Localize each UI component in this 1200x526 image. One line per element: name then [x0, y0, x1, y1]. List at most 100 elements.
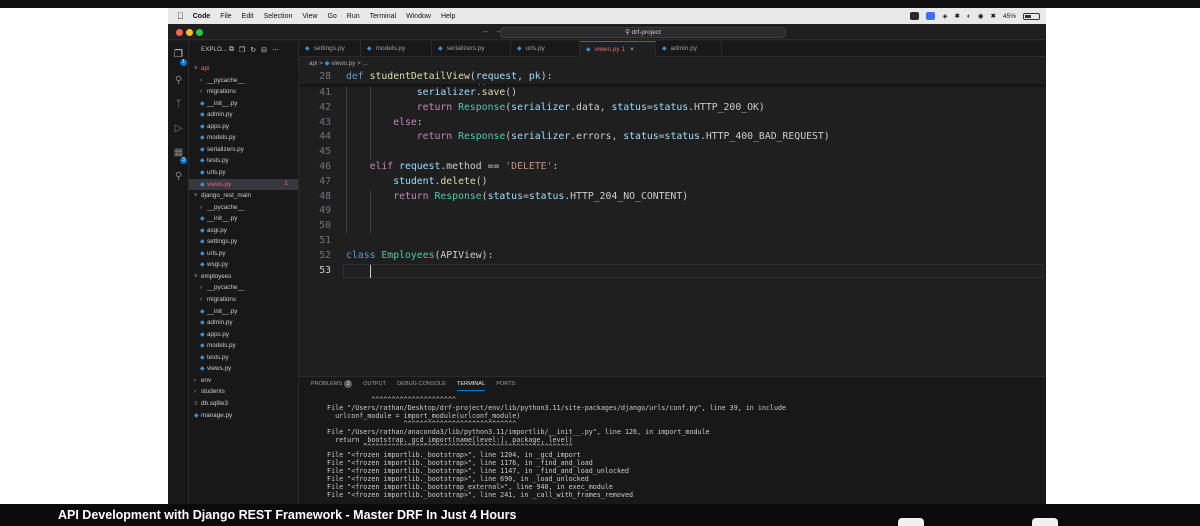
minimize-window-button[interactable]: [186, 29, 193, 36]
refresh-icon[interactable]: ↻: [250, 46, 256, 54]
tree-item[interactable]: › students: [189, 386, 298, 397]
collapse-all-icon[interactable]: ⊟: [261, 46, 267, 54]
tree-item[interactable]: ◆ admin.py: [189, 109, 298, 120]
sticky-scroll-header[interactable]: 28 def studentDetailView(request, pk):: [299, 70, 1046, 84]
tab-urls[interactable]: ◆ urls.py: [511, 41, 580, 57]
python-file-icon: ◆: [586, 47, 591, 53]
focus-icon[interactable]: ◉: [978, 12, 984, 20]
tree-item[interactable]: ◆ settings.py: [189, 236, 298, 247]
tree-item[interactable]: ˅ api: [189, 63, 298, 74]
command-center-label: drf-project: [631, 29, 661, 36]
code-line[interactable]: 44 return Response(serializer.errors, st…: [299, 130, 1046, 145]
tree-item[interactable]: ◆ views.py 1: [189, 178, 298, 190]
video-action-button[interactable]: [898, 518, 924, 526]
code-line[interactable]: 47 student.delete(): [299, 175, 1046, 190]
battery-icon[interactable]: [1023, 12, 1040, 20]
menu-run[interactable]: Run: [347, 13, 360, 20]
breadcrumb-folder[interactable]: api: [309, 60, 317, 67]
menu-go[interactable]: Go: [327, 13, 336, 20]
menu-help[interactable]: Help: [441, 13, 455, 20]
code-line[interactable]: 53: [299, 264, 1046, 279]
tree-item[interactable]: ◆ apps.py: [189, 121, 298, 132]
k-app-icon[interactable]: ✖: [991, 12, 996, 20]
code-line[interactable]: 46 elif request.method == 'DELETE':: [299, 160, 1046, 175]
source-control-icon[interactable]: ᛉ: [173, 99, 184, 110]
zoom-window-button[interactable]: [196, 29, 203, 36]
tree-item[interactable]: ◆ views.py: [189, 363, 298, 374]
dropbox-icon[interactable]: ◈: [942, 12, 947, 20]
testing-icon[interactable]: ⚲: [173, 171, 184, 182]
tree-item[interactable]: ◆ tests.py: [189, 155, 298, 166]
tree-item[interactable]: ◆ serializers.py: [189, 144, 298, 155]
tree-item[interactable]: ◆ wsgi.py: [189, 259, 298, 270]
code-line[interactable]: 51: [299, 234, 1046, 249]
tree-item[interactable]: › __pycache__: [189, 75, 298, 86]
menu-view[interactable]: View: [302, 13, 317, 20]
run-debug-icon[interactable]: ▷: [173, 123, 184, 134]
tree-item[interactable]: ˅ django_rest_main: [189, 190, 298, 201]
code-line[interactable]: 41 serializer.save(): [299, 86, 1046, 101]
tree-item[interactable]: ◆ apps.py: [189, 329, 298, 340]
tree-item[interactable]: › migrations: [189, 294, 298, 305]
bluetooth-icon[interactable]: ✱: [954, 12, 959, 20]
tab-models[interactable]: ◆ models.py: [361, 41, 432, 57]
chevron-down-icon: ˅: [194, 193, 198, 200]
code-line[interactable]: 48 return Response(status=status.HTTP_20…: [299, 190, 1046, 205]
menu-file[interactable]: File: [220, 13, 231, 20]
menu-selection[interactable]: Selection: [264, 13, 293, 20]
command-center-search[interactable]: ⚲ drf-project: [500, 27, 786, 38]
code-line[interactable]: 49: [299, 204, 1046, 219]
tree-item[interactable]: ◆ models.py: [189, 132, 298, 143]
tree-item[interactable]: ≡ db.sqlite3: [189, 398, 298, 409]
tree-item[interactable]: ◆ __init__.py: [189, 98, 298, 109]
back-arrow-icon[interactable]: ←: [482, 26, 490, 35]
tab-settings[interactable]: ◆ settings.py: [299, 41, 361, 57]
menu-window[interactable]: Window: [406, 13, 431, 20]
search-icon[interactable]: ⚲: [173, 75, 184, 86]
code-line[interactable]: 43 else:: [299, 116, 1046, 131]
tree-item[interactable]: ◆ tests.py: [189, 352, 298, 363]
panel-tab-debug-console[interactable]: DEBUG CONSOLE: [397, 377, 446, 391]
tree-item[interactable]: › __pycache__: [189, 202, 298, 213]
tree-item[interactable]: ◆ manage.py: [189, 410, 298, 421]
menu-terminal[interactable]: Terminal: [370, 13, 396, 20]
code-line[interactable]: 52 class Employees(APIView):: [299, 249, 1046, 264]
menu-code[interactable]: Code: [193, 13, 211, 20]
breadcrumb-tail[interactable]: > ...: [357, 60, 368, 67]
new-file-icon[interactable]: ⧉: [229, 46, 234, 54]
video-action-button[interactable]: [1032, 518, 1058, 526]
panel-tab-problems[interactable]: PROBLEMS 1: [311, 377, 353, 391]
apple-icon[interactable]: : [177, 11, 184, 21]
panel-tab-output[interactable]: OUTPUT: [363, 377, 386, 391]
code-line[interactable]: 45: [299, 145, 1046, 160]
tree-item[interactable]: ◆ admin.py: [189, 317, 298, 328]
tree-item[interactable]: › __pycache__: [189, 282, 298, 293]
record-icon[interactable]: [910, 12, 920, 20]
code-editor[interactable]: 28 def studentDetailView(request, pk): i…: [299, 70, 1046, 376]
more-actions-icon[interactable]: ⋯: [272, 46, 279, 54]
tree-item[interactable]: ◆ urls.py: [189, 167, 298, 178]
code-line[interactable]: 50: [299, 219, 1046, 234]
close-window-button[interactable]: [176, 29, 183, 36]
terminal-output[interactable]: ^^^^^^^^^^^^^^^^^^^^^ File "/Users/ratha…: [319, 396, 786, 500]
tree-item[interactable]: ◆ __init__.py: [189, 213, 298, 224]
new-folder-icon[interactable]: ❐: [239, 46, 245, 54]
code-line[interactable]: 42 return Response(serializer.data, stat…: [299, 101, 1046, 116]
tree-item[interactable]: ◆ models.py: [189, 340, 298, 351]
close-icon[interactable]: ×: [630, 46, 634, 53]
tree-item[interactable]: ◆ __init__.py: [189, 306, 298, 317]
menu-edit[interactable]: Edit: [242, 13, 254, 20]
tree-item[interactable]: ◆ asgi.py: [189, 225, 298, 236]
tab-serializers[interactable]: ◆ serializers.py: [432, 41, 511, 57]
tree-item[interactable]: › env: [189, 375, 298, 386]
tab-views[interactable]: ◆ views.py 1 ×: [580, 41, 656, 57]
breadcrumb-file[interactable]: views.py: [331, 60, 355, 67]
tree-item[interactable]: ˅ employees: [189, 271, 298, 282]
panel-tab-terminal[interactable]: TERMINAL: [456, 377, 486, 391]
tree-item[interactable]: ◆ urls.py: [189, 248, 298, 259]
panel-tab-ports[interactable]: PORTS: [496, 377, 515, 391]
tree-item[interactable]: › migrations: [189, 86, 298, 97]
tab-admin[interactable]: ◆ admin.py: [656, 41, 722, 57]
shield-icon[interactable]: ◐: [967, 13, 971, 20]
screen-share-icon[interactable]: [926, 12, 936, 20]
